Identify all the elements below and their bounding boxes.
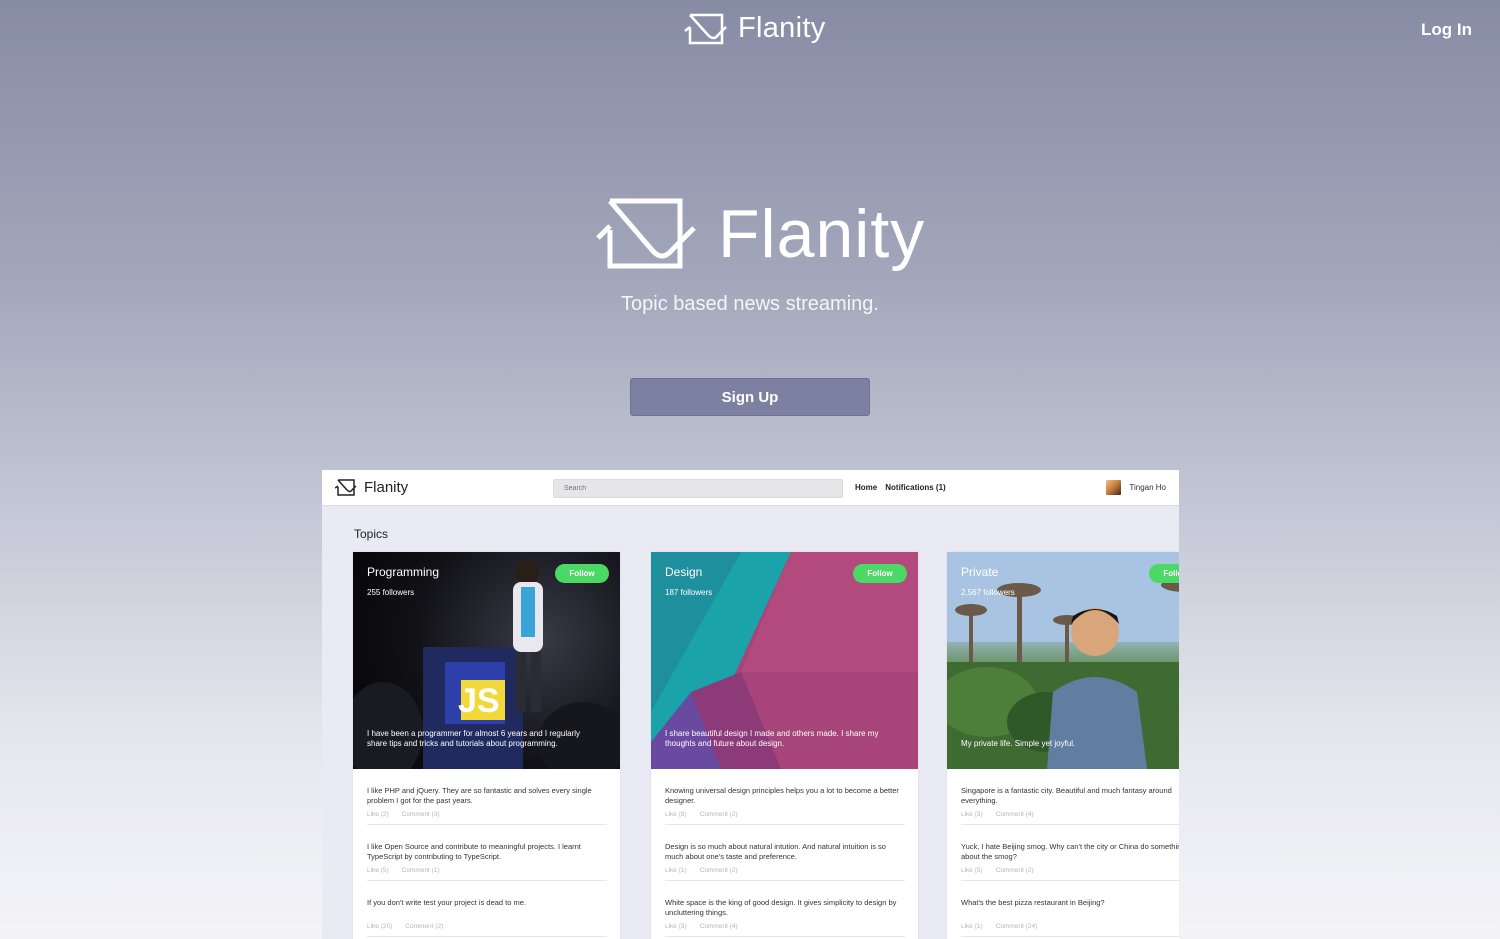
card-followers: 2,567 followers [961, 588, 1015, 597]
preview-nav-home: Home [855, 483, 878, 492]
avatar [1106, 480, 1122, 495]
list-item: Singapore is a fantastic city. Beautiful… [961, 769, 1179, 825]
card-hero-image: Design 187 followers Follow I share beau… [651, 552, 918, 769]
post-text: If you don't write test your project is … [367, 898, 527, 907]
list-item: I like PHP and jQuery. They are so fanta… [367, 769, 607, 825]
top-bar: Flanity Log In [0, 0, 1500, 62]
post-comment: Comment (4) [995, 811, 1034, 818]
login-link[interactable]: Log In [1421, 20, 1472, 40]
card-title: Private [961, 565, 999, 579]
post-like: Like (3) [961, 811, 983, 818]
follow-button: Follow [555, 564, 609, 583]
post-comment: Comment (1) [401, 867, 440, 874]
list-item: Knowing universal design principles help… [665, 769, 905, 825]
list-item: What's the best pizza restaurant in Beij… [961, 881, 1179, 937]
preview-logo: Flanity [335, 479, 408, 496]
post-comment: Comment (24) [995, 923, 1038, 930]
post-like: Like (5) [367, 867, 389, 874]
hero-brand-text: Flanity [718, 196, 926, 272]
header-logo[interactable]: Flanity [684, 12, 826, 45]
card-description: I have been a programmer for almost 6 ye… [367, 729, 580, 748]
preview-search-input [553, 479, 843, 498]
preview-nav-notifications: Notifications (1) [885, 483, 946, 492]
preview-topics-heading: Topics [354, 527, 389, 541]
post-like: Like (2) [367, 811, 389, 818]
follow-button: Follow [1149, 564, 1179, 583]
post-text: Knowing universal design principles help… [665, 786, 899, 805]
follow-button: Follow [853, 564, 907, 583]
card-description: I share beautiful design I made and othe… [665, 729, 879, 748]
js-badge-text: JS [458, 682, 500, 720]
preview-user: Tingan Ho [1106, 480, 1166, 495]
post-text: What's the best pizza restaurant in Beij… [961, 898, 1105, 907]
post-text: I like Open Source and contribute to mea… [367, 842, 581, 861]
preview-nav-links: Home Notifications (1) [855, 483, 946, 492]
post-like: Like (1) [665, 867, 687, 874]
topic-card-design: Design 187 followers Follow I share beau… [651, 552, 918, 939]
post-text: Singapore is a fantastic city. Beautiful… [961, 786, 1172, 805]
card-posts: Knowing universal design principles help… [651, 769, 918, 937]
preview-user-name: Tingan Ho [1129, 483, 1166, 492]
post-text: Design is so much about natural intution… [665, 842, 886, 861]
card-title: Programming [367, 565, 440, 579]
card-posts: Singapore is a fantastic city. Beautiful… [947, 769, 1179, 937]
post-text: White space is the king of good design. … [665, 898, 897, 917]
post-comment: Comment (4) [699, 923, 738, 930]
flanity-logo-icon [684, 13, 727, 44]
garden-portrait-image [947, 552, 1179, 769]
header-brand-text: Flanity [738, 12, 826, 44]
list-item: Yuck, I hate Beijing smog. Why can't the… [961, 825, 1179, 881]
post-text: Yuck, I hate Beijing smog. Why can't the… [961, 842, 1179, 861]
post-like: Like (5) [961, 867, 983, 874]
hero-tagline: Topic based news streaming. [621, 293, 879, 315]
card-posts: I like PHP and jQuery. They are so fanta… [353, 769, 620, 937]
post-like: Like (3) [665, 923, 687, 930]
card-hero-image: Private 2,567 followers Follow My privat… [947, 552, 1179, 769]
card-hero-image: JS Programming 255 followers Follow I ha… [353, 552, 620, 769]
flanity-logo-icon [335, 479, 357, 496]
list-item: If you don't write test your project is … [367, 881, 607, 937]
app-preview-screenshot: Flanity Home Notifications (1) Tingan Ho… [322, 470, 1179, 939]
topic-card-programming: JS Programming 255 followers Follow I ha… [353, 552, 620, 939]
post-comment: Comment (2) [995, 867, 1034, 874]
post-like: Like (1) [961, 923, 983, 930]
flanity-logo-icon [596, 198, 696, 269]
preview-brand-text: Flanity [364, 479, 409, 496]
topic-card-private: Private 2,567 followers Follow My privat… [947, 552, 1179, 939]
list-item: I like Open Source and contribute to mea… [367, 825, 607, 881]
post-text: I like PHP and jQuery. They are so fanta… [367, 786, 592, 805]
post-comment: Comment (2) [699, 867, 738, 874]
card-title: Design [665, 565, 703, 579]
list-item: White space is the king of good design. … [665, 881, 905, 937]
hero-logo: Flanity [596, 198, 925, 270]
post-like: Like (20) [367, 923, 393, 930]
card-followers: 187 followers [665, 588, 713, 597]
post-comment: Comment (2) [699, 811, 738, 818]
post-like: Like (8) [665, 811, 687, 818]
post-comment: Comment (3) [401, 811, 440, 818]
preview-navbar: Flanity Home Notifications (1) Tingan Ho [322, 470, 1179, 506]
card-followers: 255 followers [367, 588, 415, 597]
card-description: My private life. Simple yet joyful. [961, 739, 1076, 748]
list-item: Design is so much about natural intution… [665, 825, 905, 881]
signup-button[interactable]: Sign Up [630, 378, 870, 416]
post-comment: Comment (2) [405, 923, 444, 930]
